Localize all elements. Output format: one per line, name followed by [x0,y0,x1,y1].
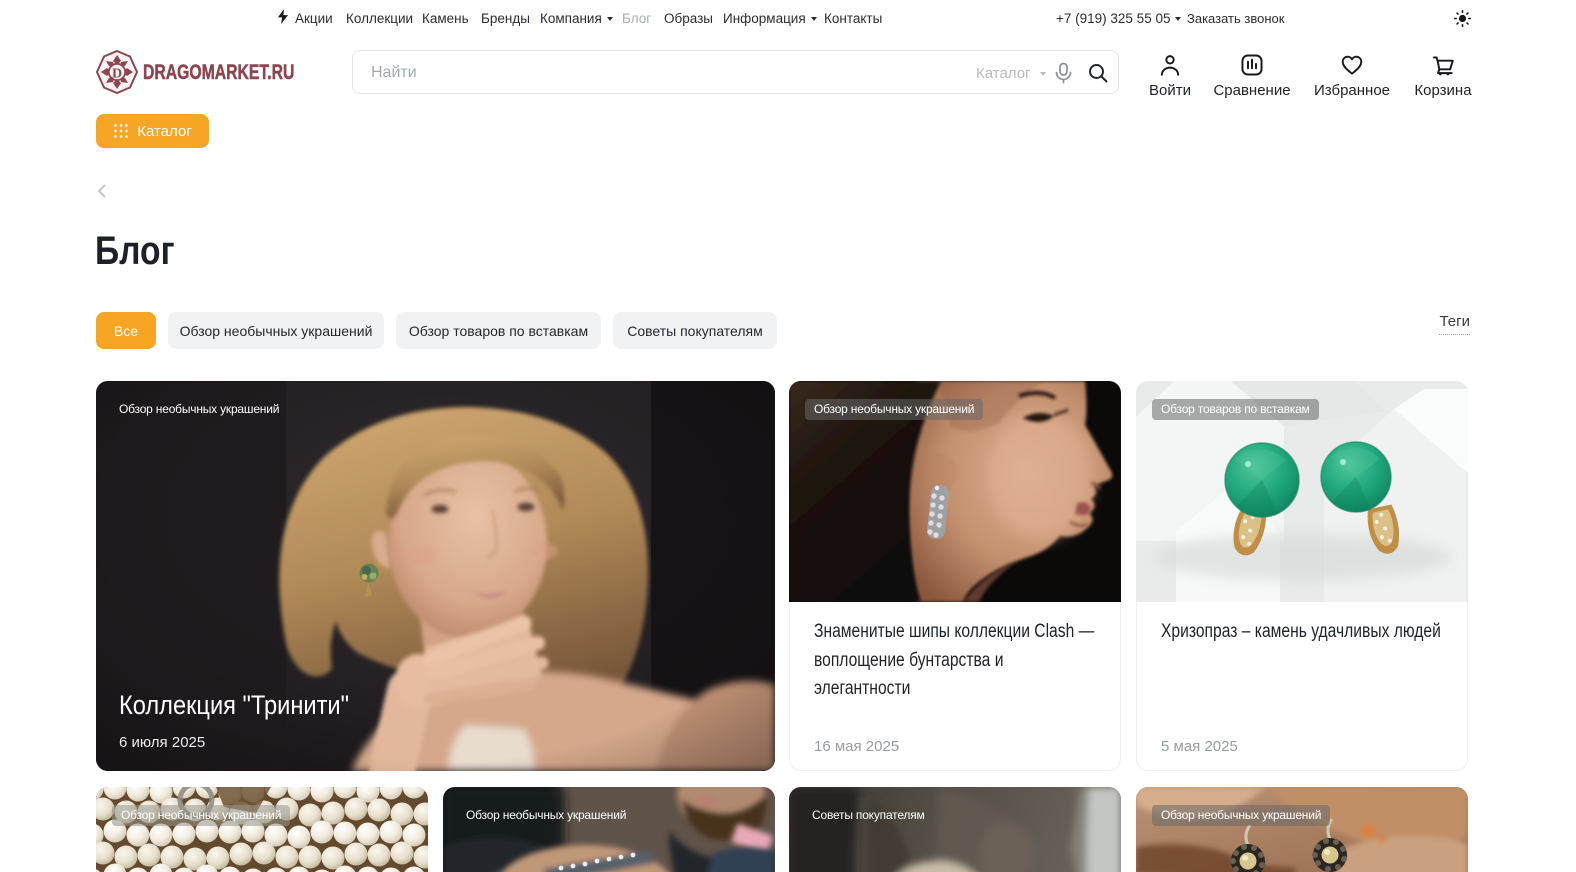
svg-text:D: D [112,67,122,82]
